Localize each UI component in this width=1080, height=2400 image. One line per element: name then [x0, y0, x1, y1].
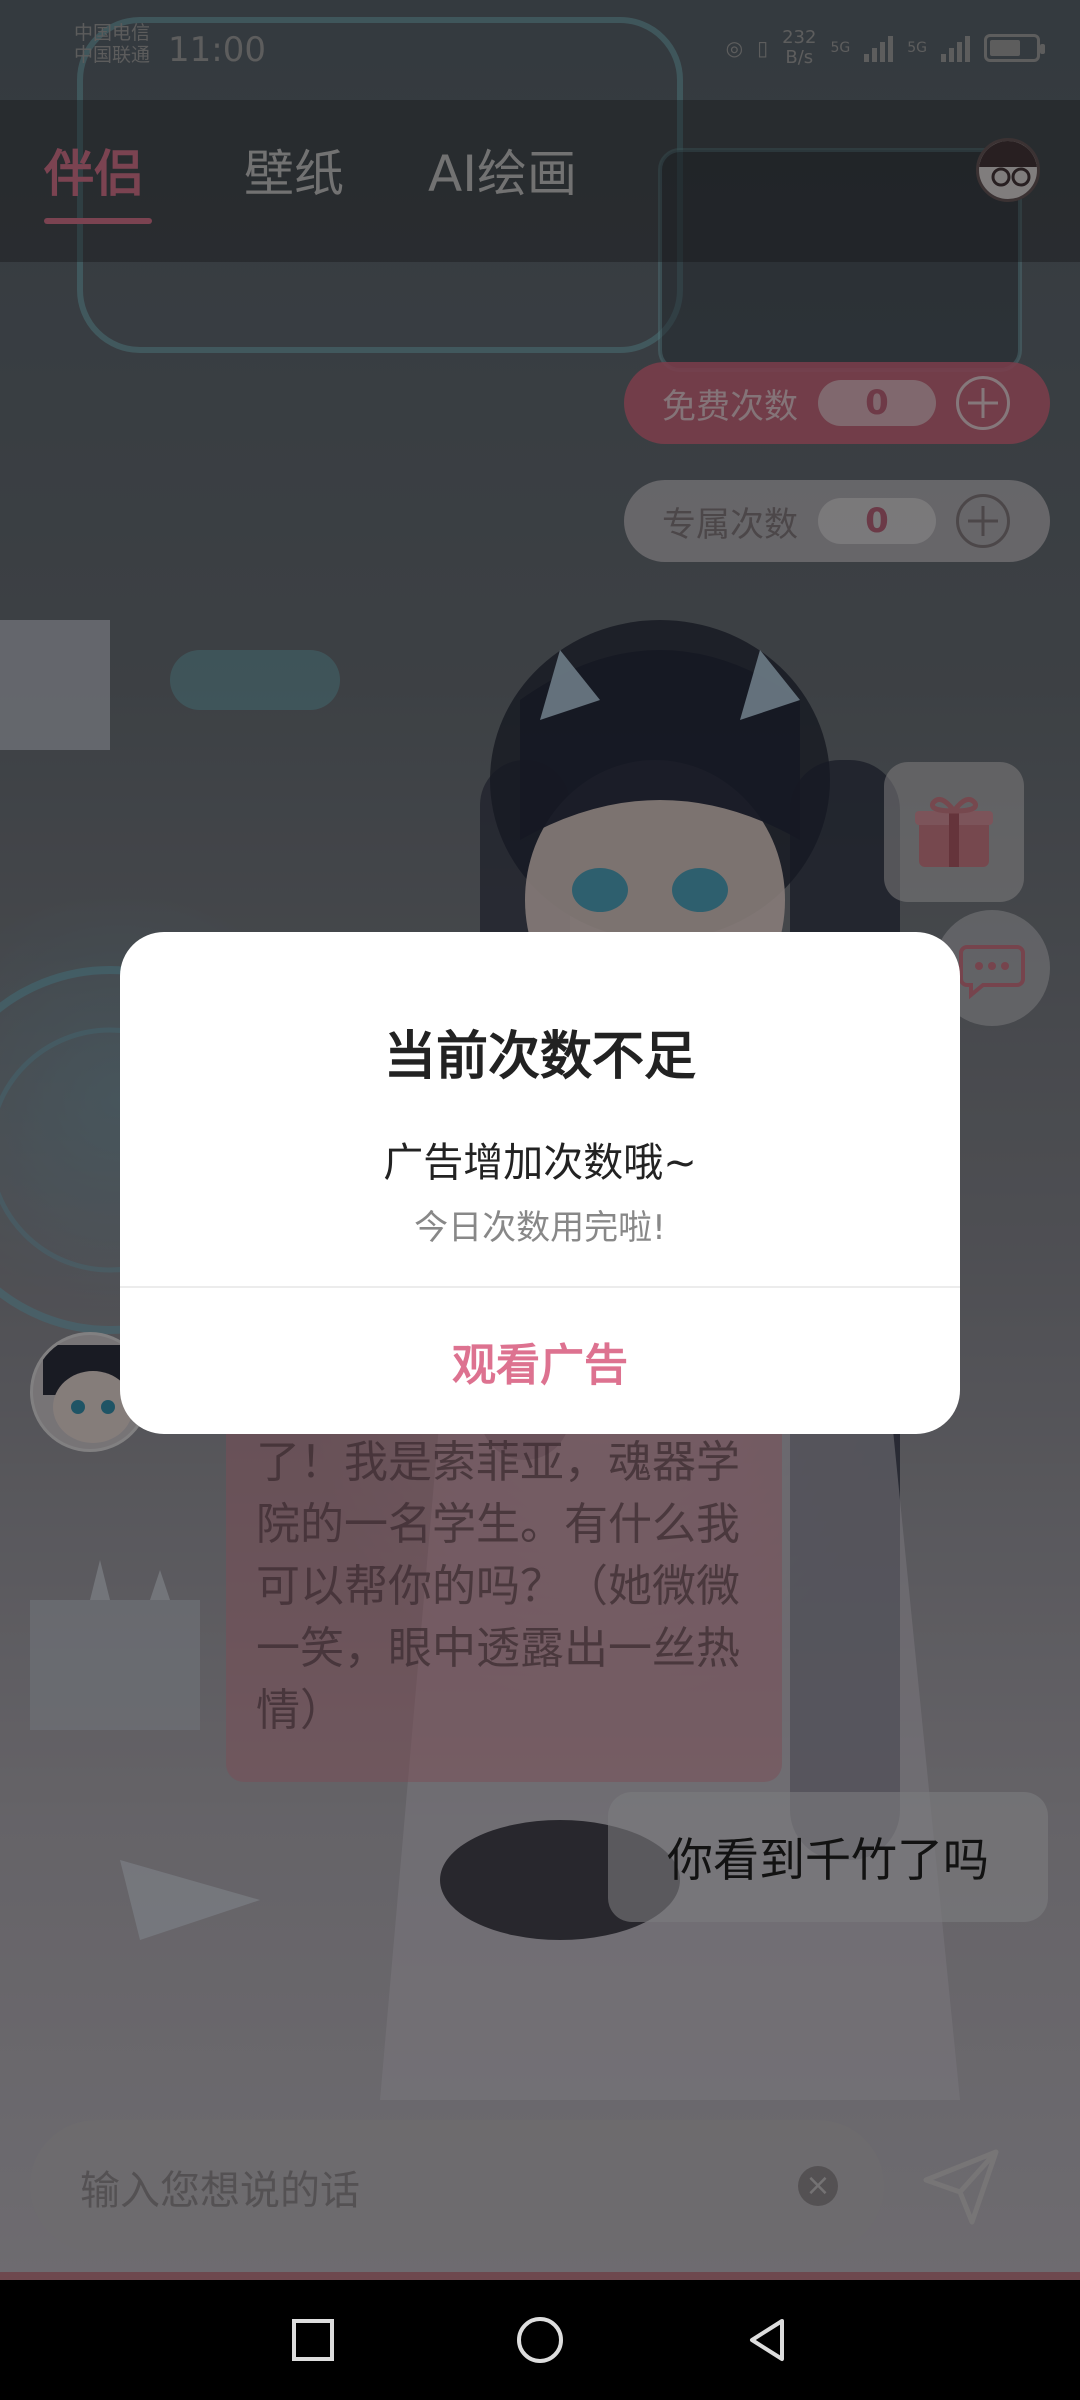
back-icon: [749, 2319, 784, 2361]
home-button[interactable]: [495, 2295, 585, 2385]
dialog-message: 广告增加次数哦~: [383, 1140, 697, 1186]
watch-ad-button[interactable]: 观看广告: [120, 1288, 960, 1434]
dialog-title: 当前次数不足: [383, 1027, 696, 1087]
dialog-sub-message: 今日次数用完啦!: [414, 1208, 666, 1248]
insufficient-count-dialog: 当前次数不足 广告增加次数哦~ 今日次数用完啦! 观看广告: [120, 932, 960, 1434]
system-nav-bar: [0, 2280, 1080, 2400]
home-icon: [516, 2317, 563, 2363]
back-button[interactable]: [722, 2295, 812, 2385]
recent-apps-icon: [292, 2319, 335, 2361]
recent-apps-button[interactable]: [268, 2295, 358, 2385]
